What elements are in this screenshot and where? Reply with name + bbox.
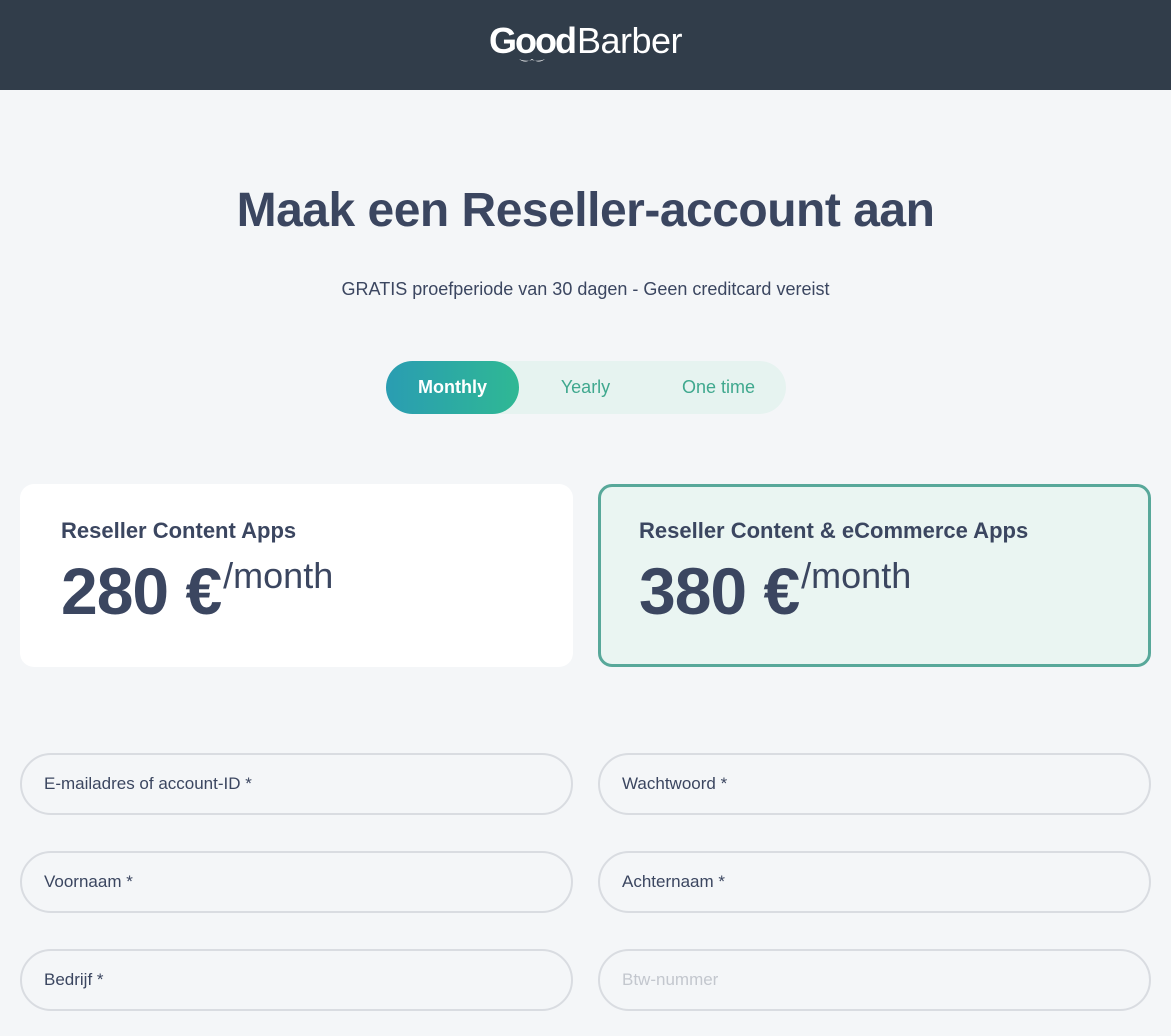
toggle-one-time[interactable]: One time [652,361,785,414]
vat-number-field [598,949,1151,1011]
firstname-field-label: Voornaam * [44,872,133,891]
plan-period: /month [223,555,334,596]
plan-period: /month [801,555,912,596]
password-field[interactable]: Wachtwoord * [598,753,1151,815]
plan-card-content-ecommerce-apps[interactable]: Reseller Content & eCommerce Apps 380 € … [598,484,1151,667]
plan-price-row: 380 € /month [639,554,1148,628]
lastname-field[interactable]: Achternaam * [598,851,1151,913]
toggle-yearly[interactable]: Yearly [519,361,652,414]
page-subtitle: GRATIS proefperiode van 30 dagen - Geen … [341,279,830,299]
plan-name: Reseller Content & eCommerce Apps [639,518,1029,543]
plan-price: 380 € [639,554,800,628]
top-header: Good Barber [0,0,1171,90]
vat-number-input[interactable] [622,951,1149,1009]
firstname-field[interactable]: Voornaam * [20,851,573,913]
email-field-label: E-mailadres of account-ID * [44,774,252,793]
mustache-icon [518,59,545,62]
toggle-monthly[interactable]: Monthly [386,361,519,414]
email-field[interactable]: E-mailadres of account-ID * [20,753,573,815]
password-field-label: Wachtwoord * [622,774,728,793]
company-field-label: Bedrijf * [44,970,104,989]
billing-period-toggle: Monthly Yearly One time [386,361,786,414]
logo-barber-text: Barber [576,20,683,61]
page-title: Maak een Reseller-account aan [236,184,935,237]
plan-name: Reseller Content Apps [61,518,297,543]
goodbarber-logo[interactable]: Good Barber [489,20,683,62]
lastname-field-label: Achternaam * [622,872,725,891]
plan-card-content-apps[interactable]: Reseller Content Apps 280 € /month [20,484,573,667]
plan-price-row: 280 € /month [61,554,573,628]
company-field[interactable]: Bedrijf * [20,949,573,1011]
plan-price: 280 € [61,554,222,628]
